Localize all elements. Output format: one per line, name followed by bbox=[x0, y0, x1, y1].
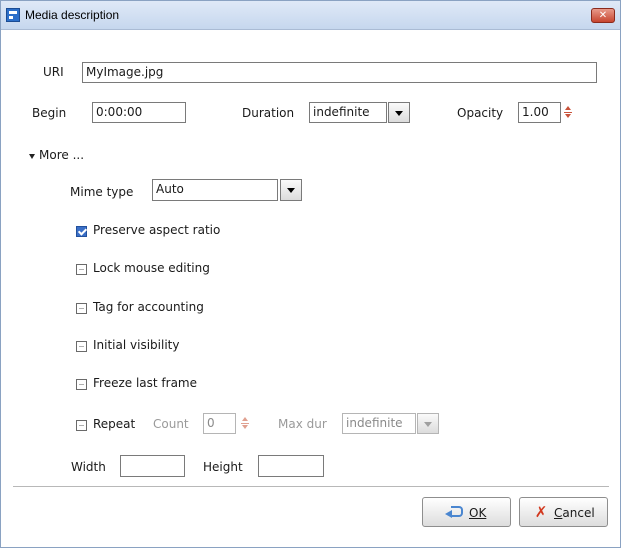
repeat-label: Repeat bbox=[93, 417, 136, 431]
option-label: Freeze last frame bbox=[93, 376, 198, 390]
opacity-spinner-icon[interactable] bbox=[564, 102, 574, 123]
option-label: Tag for accounting bbox=[93, 300, 204, 314]
mime-type-label: Mime type bbox=[70, 185, 134, 199]
checkbox-icon[interactable] bbox=[76, 303, 87, 314]
uri-input[interactable]: MyImage.jpg bbox=[82, 62, 597, 83]
duration-dropdown-button[interactable] bbox=[388, 102, 410, 123]
height-input[interactable] bbox=[258, 455, 324, 477]
duration-select[interactable]: indefinite bbox=[309, 102, 387, 123]
count-input[interactable]: 0 bbox=[203, 413, 236, 434]
window-title: Media description bbox=[25, 8, 120, 22]
more-toggle[interactable]: More ... bbox=[39, 148, 84, 162]
separator bbox=[13, 486, 609, 487]
repeat-checkbox-icon[interactable] bbox=[76, 420, 87, 431]
duration-label: Duration bbox=[242, 106, 295, 120]
max-dur-dropdown-button[interactable] bbox=[417, 413, 439, 434]
expand-arrow-icon[interactable] bbox=[29, 154, 35, 159]
max-dur-select[interactable]: indefinite bbox=[342, 413, 416, 434]
media-description-dialog: Media description ✕ URI MyImage.jpg Begi… bbox=[0, 0, 621, 548]
opacity-label: Opacity bbox=[457, 106, 504, 120]
width-label: Width bbox=[71, 460, 106, 474]
checkbox-icon[interactable] bbox=[76, 379, 87, 390]
ok-button-label: OK bbox=[469, 506, 487, 520]
mime-type-dropdown-button[interactable] bbox=[280, 179, 302, 201]
media-window-icon bbox=[6, 8, 20, 22]
begin-input[interactable]: 0:00:00 bbox=[92, 102, 186, 123]
mime-type-select[interactable]: Auto bbox=[152, 179, 278, 201]
checkbox-icon[interactable] bbox=[76, 264, 87, 275]
ok-button[interactable]: OK bbox=[422, 497, 511, 527]
count-spinner-icon[interactable] bbox=[241, 413, 251, 434]
option-label: Preserve aspect ratio bbox=[93, 223, 221, 237]
height-label: Height bbox=[203, 460, 243, 474]
width-input[interactable] bbox=[120, 455, 185, 477]
option-label: Lock mouse editing bbox=[93, 261, 210, 275]
count-label: Count bbox=[153, 417, 189, 431]
ok-arrow-icon bbox=[445, 506, 463, 518]
begin-label: Begin bbox=[32, 106, 67, 120]
close-icon[interactable]: ✕ bbox=[591, 8, 615, 23]
cancel-x-icon: ✗ bbox=[534, 503, 548, 521]
cancel-button[interactable]: ✗ Cancel bbox=[519, 497, 608, 527]
max-dur-label: Max dur bbox=[278, 417, 327, 431]
cancel-button-label: Cancel bbox=[554, 506, 595, 520]
checkbox-icon[interactable] bbox=[76, 341, 87, 352]
checkbox-checked-icon[interactable] bbox=[76, 226, 87, 237]
title-bar: Media description ✕ bbox=[1, 1, 620, 30]
uri-label: URI bbox=[43, 65, 64, 79]
option-label: Initial visibility bbox=[93, 338, 180, 352]
opacity-input[interactable]: 1.00 bbox=[518, 102, 561, 123]
